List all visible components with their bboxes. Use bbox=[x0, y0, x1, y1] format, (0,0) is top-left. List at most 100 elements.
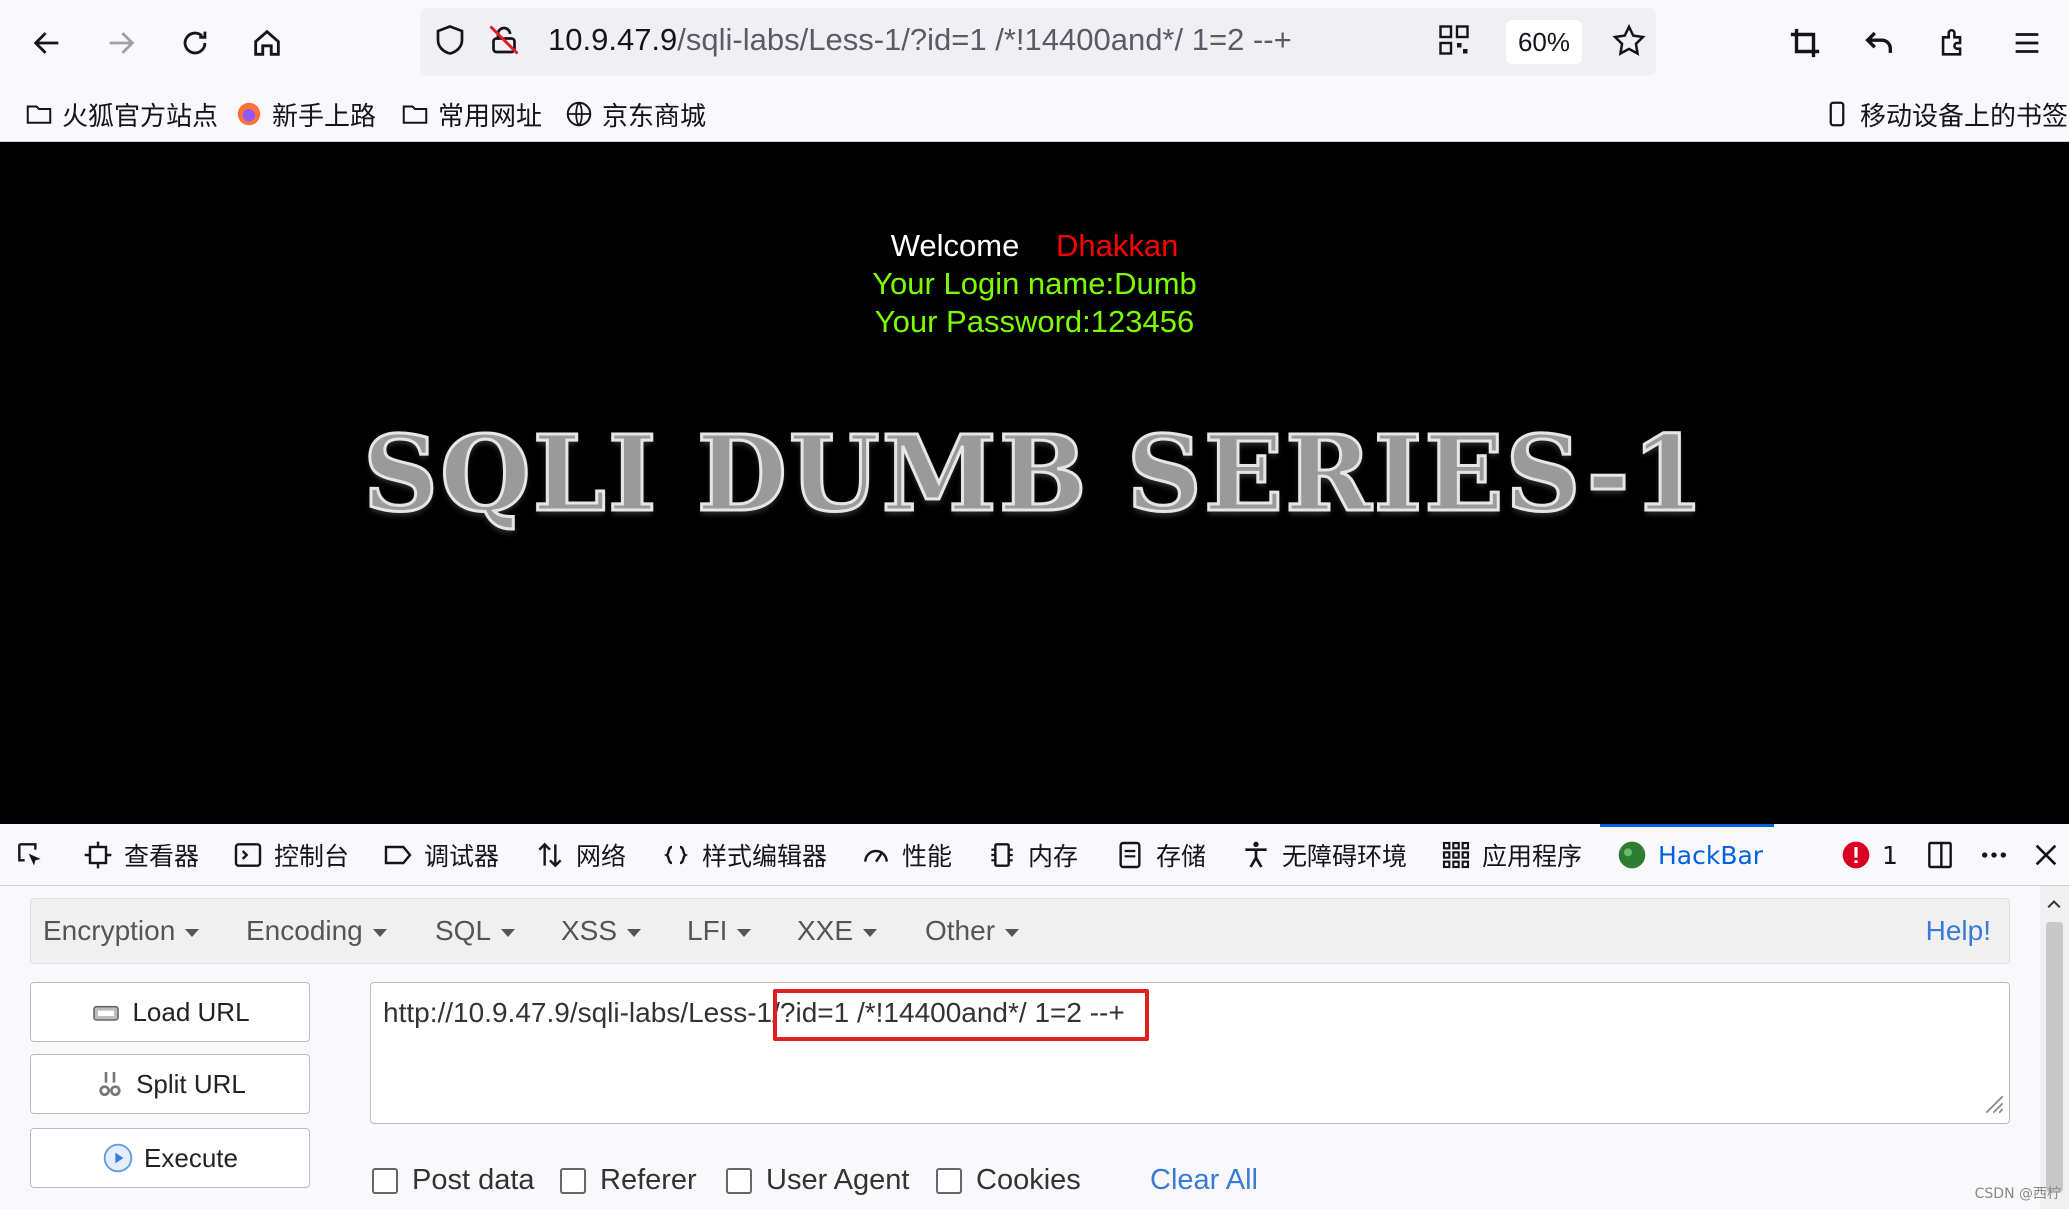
checkbox-box[interactable] bbox=[372, 1167, 398, 1194]
url-text[interactable]: 10.9.47.9/sqli-labs/Less-1/?id=1 /*!1440… bbox=[548, 22, 1292, 58]
menu-xss[interactable]: XSS bbox=[561, 915, 642, 947]
element-picker-button[interactable] bbox=[14, 834, 46, 876]
menu-button[interactable] bbox=[1998, 14, 2056, 72]
split-url-button[interactable]: Split URL bbox=[30, 1054, 310, 1114]
active-tab-indicator bbox=[1600, 824, 1774, 827]
firefox-icon bbox=[237, 102, 261, 126]
back-arrow-icon bbox=[33, 32, 59, 54]
screenshot-button[interactable] bbox=[1776, 14, 1834, 72]
tab-label: 样式编辑器 bbox=[702, 842, 828, 871]
tab-label: 无障碍环境 bbox=[1282, 842, 1408, 871]
insecure-lock-icon[interactable] bbox=[486, 22, 522, 62]
home-button[interactable] bbox=[238, 14, 296, 72]
checkbox-box[interactable] bbox=[726, 1167, 752, 1194]
caret-down-icon bbox=[501, 928, 516, 937]
caret-down-icon bbox=[1005, 928, 1020, 937]
bookmark-label: 新手上路 bbox=[272, 101, 377, 132]
tab-hackbar[interactable]: HackBar bbox=[1616, 834, 1763, 876]
address-bar[interactable]: 10.9.47.9/sqli-labs/Less-1/?id=1 /*!1440… bbox=[420, 8, 1656, 76]
menu-other[interactable]: Other bbox=[925, 915, 1020, 947]
tab-label: 性能 bbox=[902, 842, 953, 871]
tab-performance[interactable]: 性能 bbox=[860, 834, 952, 876]
inspector-icon bbox=[84, 841, 112, 869]
accessibility-icon bbox=[1245, 841, 1267, 868]
menu-encoding[interactable]: Encoding bbox=[246, 915, 387, 947]
hackbar-scrollbar[interactable] bbox=[2040, 886, 2069, 1209]
execute-button[interactable]: Execute bbox=[30, 1128, 310, 1188]
resize-grip-icon[interactable] bbox=[1977, 1087, 2005, 1119]
tab-style-editor[interactable]: 样式编辑器 bbox=[660, 834, 827, 876]
dock-toggle-button[interactable] bbox=[1924, 834, 1956, 876]
tab-debugger[interactable]: 调试器 bbox=[382, 834, 499, 876]
shield-icon[interactable] bbox=[432, 22, 468, 62]
bookmark-star-icon[interactable] bbox=[1610, 22, 1648, 64]
tab-application[interactable]: 应用程序 bbox=[1440, 834, 1582, 876]
load-url-button[interactable]: Load URL bbox=[30, 982, 310, 1042]
back-button[interactable] bbox=[18, 14, 76, 72]
user-agent-checkbox[interactable]: User Agent bbox=[726, 1164, 909, 1197]
bookmark-item[interactable]: 火狐官方站点 bbox=[24, 94, 218, 134]
bookmark-item[interactable]: 新手上路 bbox=[234, 94, 376, 134]
mobile-bookmarks[interactable]: 移动设备上的书签 bbox=[1822, 94, 2068, 134]
undo-button[interactable] bbox=[1850, 14, 1908, 72]
extensions-button[interactable] bbox=[1924, 14, 1982, 72]
network-icon bbox=[538, 842, 562, 868]
help-link[interactable]: Help! bbox=[1926, 915, 1991, 947]
split-url-label: Split URL bbox=[136, 1068, 246, 1099]
menu-xxe[interactable]: XXE bbox=[797, 915, 878, 947]
payload-highlight-box bbox=[773, 989, 1149, 1041]
bookmark-item[interactable]: 常用网址 bbox=[400, 94, 542, 134]
post-data-checkbox[interactable]: Post data bbox=[372, 1164, 535, 1197]
qr-code-icon[interactable] bbox=[1436, 22, 1472, 62]
referer-checkbox[interactable]: Referer bbox=[560, 1164, 697, 1197]
checkbox-box[interactable] bbox=[560, 1167, 586, 1194]
bookmark-label: 火狐官方站点 bbox=[62, 101, 219, 132]
tab-accessibility[interactable]: 无障碍环境 bbox=[1240, 834, 1407, 876]
reload-icon bbox=[183, 31, 207, 55]
performance-icon bbox=[864, 849, 888, 863]
menu-sql[interactable]: SQL bbox=[435, 915, 516, 947]
devtools-options-button[interactable] bbox=[1978, 834, 2010, 876]
home-icon bbox=[254, 29, 280, 56]
bookmark-item[interactable]: 京东商城 bbox=[564, 94, 706, 134]
globe-icon bbox=[566, 101, 592, 127]
forward-arrow-icon bbox=[109, 32, 135, 54]
debugger-icon bbox=[384, 845, 412, 865]
scroll-up-icon[interactable] bbox=[2044, 894, 2064, 914]
reload-button[interactable] bbox=[166, 14, 224, 72]
menu-lfi[interactable]: LFI bbox=[687, 915, 752, 947]
tab-network[interactable]: 网络 bbox=[534, 834, 626, 876]
forward-button[interactable] bbox=[92, 14, 150, 72]
tab-storage[interactable]: 存储 bbox=[1114, 834, 1206, 876]
bookmark-label: 京东商城 bbox=[602, 101, 707, 132]
tab-label: HackBar bbox=[1658, 840, 1764, 870]
tab-console[interactable]: 控制台 bbox=[232, 834, 349, 876]
execute-label: Execute bbox=[144, 1142, 238, 1173]
element-picker-icon bbox=[18, 843, 41, 866]
error-count: 1 bbox=[1882, 840, 1898, 870]
hackbar-url-textarea[interactable]: http://10.9.47.9/sqli-labs/Less-1/?id=1 … bbox=[370, 982, 2010, 1124]
play-icon bbox=[103, 1143, 133, 1173]
split-url-icon bbox=[99, 1072, 121, 1096]
cookies-checkbox[interactable]: Cookies bbox=[936, 1164, 1081, 1197]
devtools-close-button[interactable] bbox=[2030, 834, 2062, 876]
login-name-text: Your Login name:Dumb bbox=[872, 266, 1197, 301]
close-icon bbox=[2035, 844, 2057, 866]
application-icon bbox=[1442, 841, 1470, 869]
storage-icon bbox=[1119, 841, 1141, 869]
error-counter[interactable]: 1 bbox=[1840, 834, 1898, 876]
error-icon bbox=[1842, 841, 1870, 869]
zoom-level-badge[interactable]: 60% bbox=[1506, 20, 1582, 64]
tab-inspector[interactable]: 查看器 bbox=[82, 834, 199, 876]
checkbox-box[interactable] bbox=[936, 1167, 962, 1194]
clear-all-link[interactable]: Clear All bbox=[1150, 1164, 1258, 1197]
hackbar-menu-bar: Encryption Encoding SQL XSS LFI XXE Othe… bbox=[30, 898, 2010, 964]
menu-encryption[interactable]: Encryption bbox=[43, 915, 200, 947]
browser-toolbar: 10.9.47.9/sqli-labs/Less-1/?id=1 /*!1440… bbox=[0, 0, 2069, 86]
scroll-thumb[interactable] bbox=[2046, 922, 2063, 1192]
url-prefix: http://10.9.47.9/sqli-labs/Less-1 bbox=[383, 997, 773, 1028]
tab-memory[interactable]: 内存 bbox=[986, 834, 1078, 876]
dock-side-icon bbox=[1928, 841, 1952, 869]
devtools-panel: 查看器 控制台 调试器 网络 样式编辑器 性能 内存 存储 无障碍环境 应用程序… bbox=[0, 824, 2069, 1209]
crop-icon bbox=[1790, 28, 1820, 58]
